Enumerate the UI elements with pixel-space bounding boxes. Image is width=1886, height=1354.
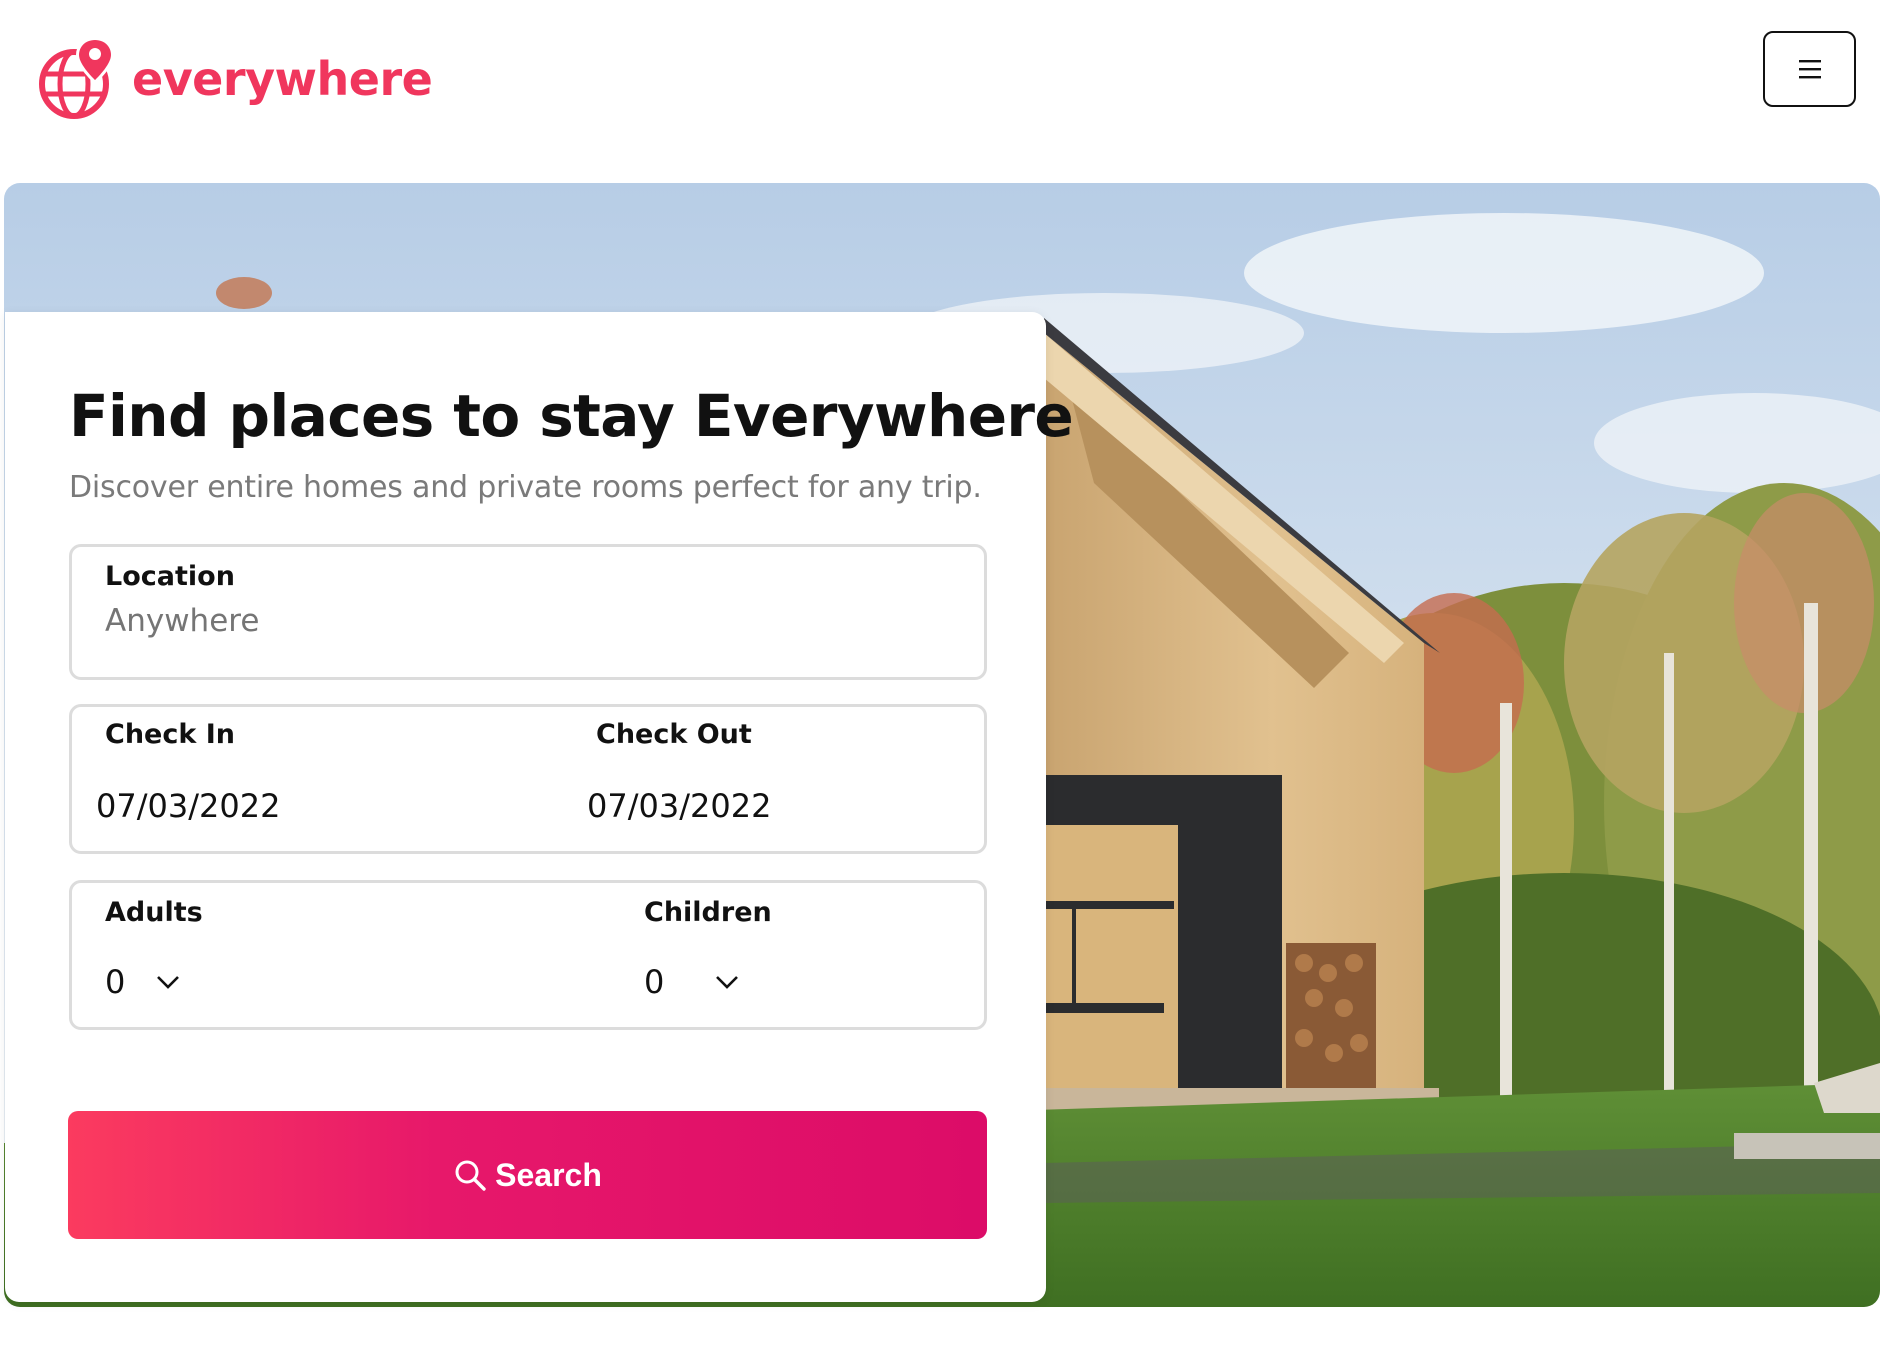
brand-logo[interactable]: everywhere bbox=[38, 36, 433, 122]
globe-pin-icon bbox=[39, 36, 115, 119]
site-header: everywhere bbox=[0, 0, 1886, 182]
children-select[interactable]: 0 bbox=[644, 963, 740, 1001]
search-button-label: Search bbox=[495, 1156, 602, 1193]
children-value: 0 bbox=[644, 963, 665, 1001]
check-in-label: Check In bbox=[105, 719, 235, 750]
adults-label: Adults bbox=[105, 897, 203, 928]
chevron-down-icon bbox=[716, 976, 739, 989]
search-card: Find places to stay Everywhere Discover … bbox=[5, 312, 1074, 1302]
check-out-label: Check Out bbox=[596, 719, 752, 750]
check-out-date-input[interactable]: 07/03/2022 bbox=[587, 787, 771, 825]
page-title: Find places to stay Everywhere bbox=[69, 382, 1074, 450]
location-input[interactable] bbox=[105, 603, 925, 639]
guests-field: Adults 0 Children 0 bbox=[69, 880, 987, 1030]
menu-button[interactable] bbox=[1763, 31, 1856, 107]
hamburger-menu-icon bbox=[1798, 60, 1821, 79]
page-subtitle: Discover entire homes and private rooms … bbox=[69, 470, 982, 505]
search-icon bbox=[455, 1160, 486, 1191]
search-button[interactable]: Search bbox=[68, 1111, 987, 1239]
dates-field: Check In 07/03/2022 Check Out 07/03/2022 bbox=[69, 704, 987, 854]
brand-name: everywhere bbox=[132, 52, 433, 106]
location-field[interactable]: Location bbox=[69, 544, 987, 680]
chevron-down-icon bbox=[157, 976, 180, 989]
location-label: Location bbox=[105, 561, 235, 592]
check-in-date-input[interactable]: 07/03/2022 bbox=[96, 787, 280, 825]
children-label: Children bbox=[644, 897, 772, 928]
adults-value: 0 bbox=[105, 963, 126, 1001]
adults-select[interactable]: 0 bbox=[105, 963, 181, 1001]
